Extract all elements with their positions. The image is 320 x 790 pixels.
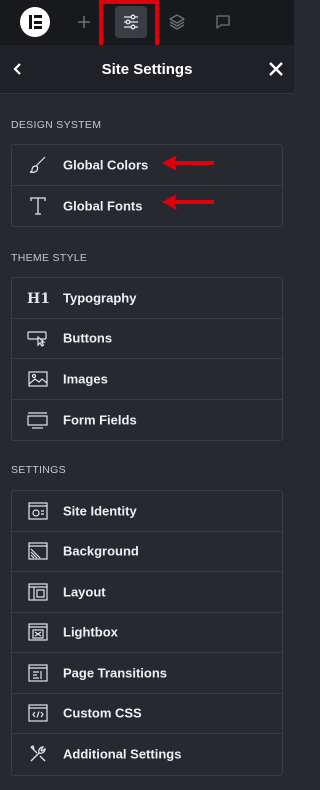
- h1-icon: H1: [27, 287, 49, 309]
- form-field-icon: [27, 409, 49, 431]
- layout-icon: [27, 581, 49, 603]
- custom-css-icon: [27, 702, 49, 724]
- menu-item-label: Page Transitions: [63, 665, 168, 681]
- menu-item-lightbox[interactable]: Lightbox: [12, 613, 282, 653]
- menu-item-label: Global Fonts: [63, 198, 143, 214]
- menu-item-label: Typography: [63, 290, 137, 306]
- close-button[interactable]: [264, 57, 288, 81]
- page-transitions-icon: [27, 662, 49, 684]
- theme-style-group: H1 Typography Buttons Images Form Fields: [11, 277, 283, 441]
- menu-item-form-fields[interactable]: Form Fields: [12, 400, 282, 441]
- menu-item-label: Form Fields: [63, 412, 137, 428]
- button-cursor-icon: [27, 327, 49, 349]
- section-label-theme-style: THEME STYLE: [11, 252, 88, 264]
- font-t-icon: [27, 195, 49, 217]
- elementor-logo[interactable]: [20, 7, 50, 37]
- menu-item-buttons[interactable]: Buttons: [12, 319, 282, 359]
- section-label-settings: SETTINGS: [11, 464, 66, 476]
- tools-icon: [27, 743, 49, 765]
- menu-item-label: Global Colors: [63, 157, 149, 173]
- panel-title: Site Settings: [101, 61, 193, 78]
- panel-header: Site Settings: [0, 45, 294, 94]
- plus-icon: [78, 16, 90, 28]
- menu-item-typography[interactable]: H1 Typography: [12, 278, 282, 319]
- menu-item-site-identity[interactable]: Site Identity: [12, 491, 282, 532]
- image-icon: [27, 368, 49, 390]
- menu-item-additional-settings[interactable]: Additional Settings: [12, 734, 282, 775]
- site-identity-icon: [27, 500, 49, 522]
- menu-item-global-colors[interactable]: Global Colors: [12, 145, 282, 186]
- menu-item-custom-css[interactable]: Custom CSS: [12, 694, 282, 734]
- background-icon: [27, 540, 49, 562]
- menu-item-label: Additional Settings: [63, 746, 182, 762]
- menu-item-label: Buttons: [63, 330, 113, 346]
- brush-icon: [27, 154, 49, 176]
- layers-icon: [169, 14, 185, 30]
- add-element-button[interactable]: [68, 6, 100, 38]
- comment-icon: [216, 15, 230, 29]
- elementor-logo-mark: [20, 7, 50, 37]
- menu-item-label: Background: [63, 543, 139, 559]
- menu-item-page-transitions[interactable]: Page Transitions: [12, 653, 282, 694]
- structure-button[interactable]: [161, 6, 193, 38]
- close-icon: [269, 62, 283, 76]
- editor-topbar: [0, 0, 294, 45]
- svg-text:H1: H1: [27, 291, 49, 306]
- menu-item-label: Site Identity: [63, 503, 137, 519]
- menu-item-label: Layout: [63, 584, 106, 600]
- sliders-icon: [124, 14, 138, 30]
- site-settings-button[interactable]: [115, 6, 147, 38]
- settings-group: Site Identity Background Layout Lightbox…: [11, 490, 283, 776]
- menu-item-background[interactable]: Background: [12, 532, 282, 572]
- menu-item-layout[interactable]: Layout: [12, 572, 282, 613]
- menu-item-label: Custom CSS: [63, 705, 142, 721]
- menu-item-label: Lightbox: [63, 624, 118, 640]
- design-system-group: Global Colors Global Fonts: [11, 144, 283, 227]
- section-label-design-system: DESIGN SYSTEM: [11, 119, 102, 131]
- notes-button[interactable]: [207, 6, 239, 38]
- lightbox-icon: [27, 621, 49, 643]
- menu-item-images[interactable]: Images: [12, 359, 282, 400]
- menu-item-label: Images: [63, 371, 108, 387]
- menu-item-global-fonts[interactable]: Global Fonts: [12, 186, 282, 227]
